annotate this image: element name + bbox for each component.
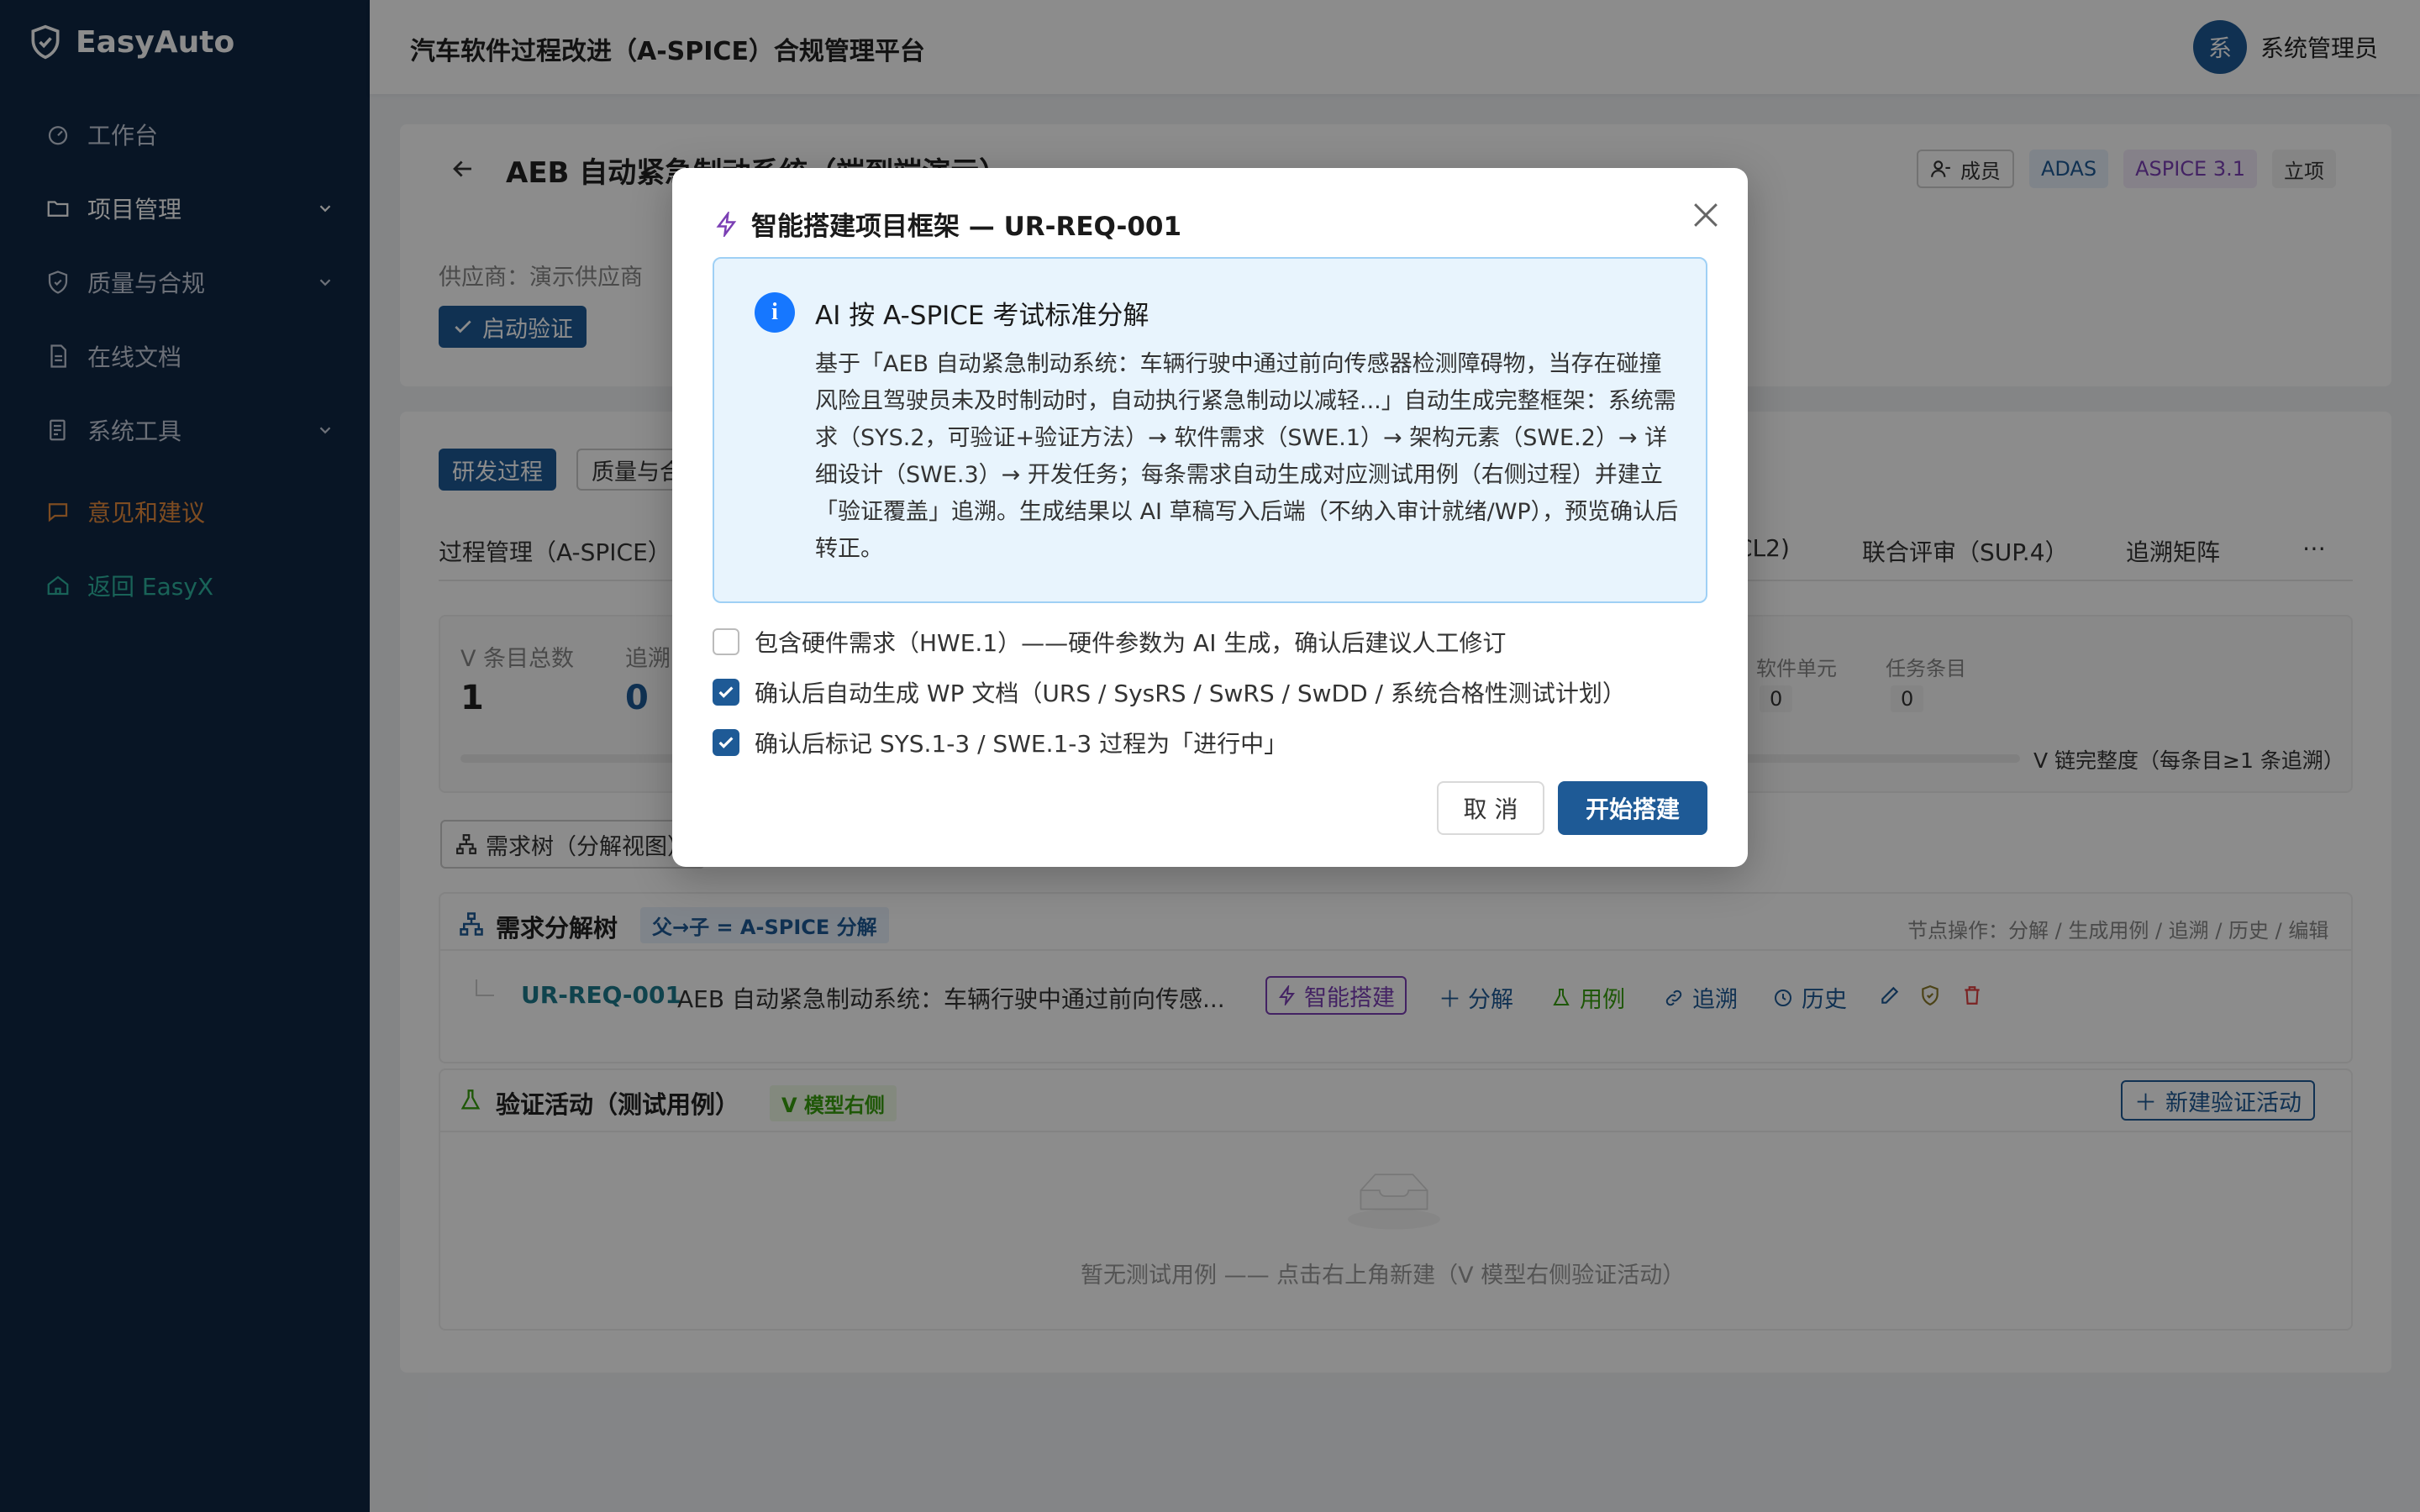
checkbox-mark-process[interactable]	[713, 729, 739, 756]
check-icon	[718, 686, 734, 698]
info-icon: i	[755, 292, 795, 333]
info-title: AI 按 A-SPICE 考试标准分解	[815, 301, 1150, 331]
modal-title: 智能搭建项目框架 — UR-REQ-001	[751, 212, 1182, 242]
info-text: 基于「AEB 自动紧急制动系统：车辆行驶中通过前向传感器检测障碍物，当存在碰撞风…	[815, 351, 1679, 562]
info-alert: i AI 按 A-SPICE 考试标准分解 基于「AEB 自动紧急制动系统：车辆…	[713, 257, 1707, 603]
checkbox-wp-docs[interactable]	[713, 679, 739, 706]
option-mark-process[interactable]: 确认后标记 SYS.1-3 / SWE.1-3 过程为「进行中」	[713, 726, 1287, 759]
option-wp-docs[interactable]: 确认后自动生成 WP 文档（URS / SysRS / SwRS / SwDD …	[713, 675, 1626, 709]
cancel-button[interactable]: 取 消	[1437, 781, 1544, 835]
modal-title-row: 智能搭建项目框架 — UR-REQ-001	[714, 205, 1181, 243]
check-icon	[718, 737, 734, 748]
smart-build-modal: 智能搭建项目框架 — UR-REQ-001 i AI 按 A-SPICE 考试标…	[672, 168, 1748, 867]
close-icon[interactable]	[1687, 197, 1724, 234]
lightning-icon	[716, 211, 737, 237]
option-hwe[interactable]: 包含硬件需求（HWE.1）——硬件参数为 AI 生成，确认后建议人工修订	[713, 625, 1506, 659]
start-build-button[interactable]: 开始搭建	[1558, 781, 1707, 835]
checkbox-hwe[interactable]	[713, 628, 739, 655]
